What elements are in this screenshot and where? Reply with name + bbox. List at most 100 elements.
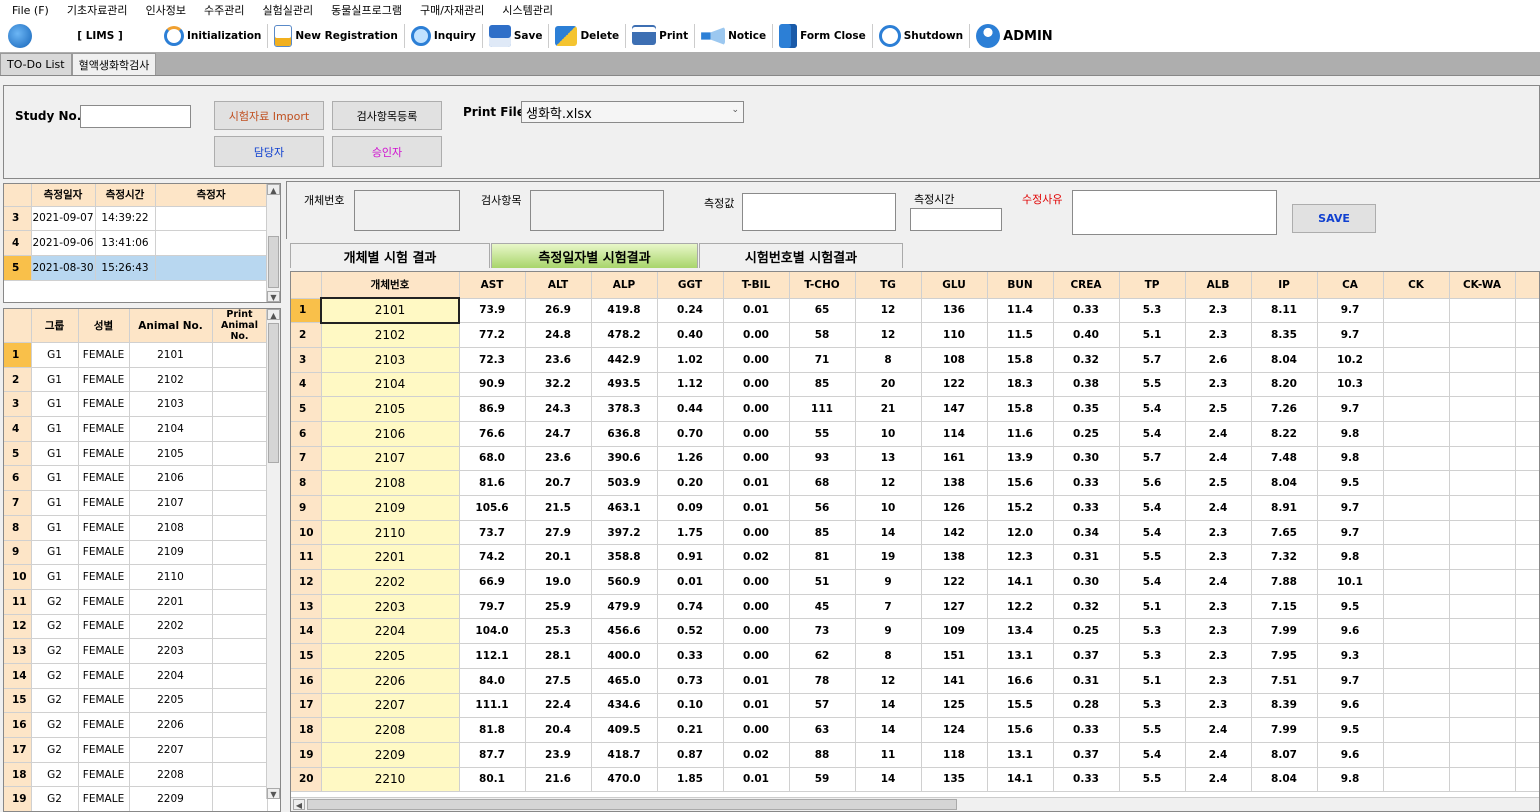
result-cell[interactable]	[1515, 643, 1539, 669]
animal-no-cell[interactable]: 2210	[321, 767, 460, 793]
scroll-thumb[interactable]	[268, 323, 279, 463]
result-cell[interactable]: 2.4	[1185, 495, 1252, 521]
save-edit-button[interactable]: SAVE	[1292, 204, 1376, 233]
result-cell[interactable]	[1449, 421, 1516, 447]
result-cell[interactable]: 0.00	[723, 396, 790, 422]
result-cell[interactable]	[1515, 520, 1539, 546]
result-cell[interactable]: 2.4	[1185, 717, 1252, 743]
result-cell[interactable]	[1515, 693, 1539, 719]
result-cell[interactable]: 9.7	[1317, 396, 1384, 422]
result-cell[interactable]: 126	[921, 495, 988, 521]
print-file-select[interactable]: 생화학.xlsx ⌄	[521, 101, 744, 123]
result-cell[interactable]: 0.38	[1053, 372, 1120, 398]
table-row[interactable]: 2 G1 FEMALE 2102	[4, 367, 268, 393]
result-cell[interactable]: 2.3	[1185, 618, 1252, 645]
result-cell[interactable]: 58	[789, 322, 856, 348]
result-cell[interactable]: 12	[855, 298, 922, 324]
menu-lab[interactable]: 실험실관리	[263, 2, 314, 18]
result-cell[interactable]: 15.8	[987, 396, 1054, 422]
result-cell[interactable]	[1515, 347, 1539, 373]
approver-button[interactable]: 승인자	[332, 136, 442, 167]
result-cell[interactable]: 5.4	[1119, 520, 1186, 546]
result-cell[interactable]: 73	[789, 618, 856, 645]
result-cell[interactable]	[1449, 372, 1516, 398]
table-row[interactable]: 5 2105 86.9 24.3 378.3 0.44 0.00 111 21 147 15.8 0.…	[291, 396, 1539, 422]
result-cell[interactable]: 0.33	[1053, 717, 1120, 743]
result-cell[interactable]: 9.8	[1317, 446, 1384, 472]
result-cell[interactable]: 59	[789, 767, 856, 793]
result-cell[interactable]: 0.32	[1053, 347, 1120, 373]
result-cell[interactable]: 0.00	[723, 372, 790, 398]
table-row[interactable]: 7 2107 68.0 23.6 390.6 1.26 0.00 93 13 161 13.9 0.3…	[291, 446, 1539, 472]
result-cell[interactable]: 122	[921, 372, 988, 398]
result-cell[interactable]: 24.8	[525, 322, 592, 348]
result-cell[interactable]: 56	[789, 495, 856, 521]
result-cell[interactable]: 71	[789, 347, 856, 373]
result-cell[interactable]: 2.3	[1185, 668, 1252, 694]
result-cell[interactable]: 0.73	[657, 668, 724, 694]
result-cell[interactable]: 10	[855, 495, 922, 521]
result-cell[interactable]: 5.7	[1119, 446, 1186, 472]
result-cell[interactable]: 20	[855, 372, 922, 398]
result-cell[interactable]	[1383, 693, 1450, 719]
result-cell[interactable]: 81.6	[459, 470, 526, 496]
result-cell[interactable]	[1515, 717, 1539, 743]
result-cell[interactable]: 28.1	[525, 643, 592, 669]
animal-no-cell[interactable]: 2209	[321, 742, 460, 768]
result-cell[interactable]	[1449, 693, 1516, 719]
result-cell[interactable]	[1383, 372, 1450, 398]
result-cell[interactable]: 81	[789, 544, 856, 571]
menu-hr[interactable]: 인사정보	[146, 2, 186, 18]
animal-no-cell[interactable]: 2203	[321, 594, 460, 620]
result-cell[interactable]	[1515, 421, 1539, 447]
result-cell[interactable]	[1449, 594, 1516, 620]
result-cell[interactable]	[1515, 767, 1539, 793]
result-cell[interactable]: 434.6	[591, 693, 658, 719]
result-cell[interactable]: 0.25	[1053, 618, 1120, 645]
table-row[interactable]: 19 2209 87.7 23.9 418.7 0.87 0.02 88 11 118 13.1 0.…	[291, 742, 1539, 768]
result-cell[interactable]: 8.11	[1251, 298, 1318, 324]
result-cell[interactable]: 0.33	[1053, 495, 1120, 521]
result-cell[interactable]: 2.4	[1185, 742, 1252, 768]
result-cell[interactable]: 9.7	[1317, 298, 1384, 324]
result-cell[interactable]: 0.01	[723, 668, 790, 694]
table-row[interactable]: 12 G2 FEMALE 2202	[4, 614, 268, 640]
result-cell[interactable]: 81.8	[459, 717, 526, 743]
result-cell[interactable]	[1383, 470, 1450, 496]
table-row[interactable]: 10 2110 73.7 27.9 397.2 1.75 0.00 85 14 142 12.0 0.…	[291, 520, 1539, 546]
print-button[interactable]: Print	[628, 22, 692, 50]
table-row[interactable]: 5 G1 FEMALE 2105	[4, 441, 268, 467]
result-cell[interactable]: 87.7	[459, 742, 526, 768]
result-cell[interactable]: 5.5	[1119, 717, 1186, 743]
result-cell[interactable]: 0.01	[723, 693, 790, 719]
edit-reason-textarea[interactable]	[1072, 190, 1277, 235]
result-cell[interactable]	[1383, 643, 1450, 669]
result-cell[interactable]: 23.6	[525, 446, 592, 472]
result-cell[interactable]: 84.0	[459, 668, 526, 694]
result-cell[interactable]: 2.4	[1185, 446, 1252, 472]
result-cell[interactable]: 74.2	[459, 544, 526, 571]
animal-scrollbar[interactable]: ▲ ▼	[266, 309, 280, 799]
table-row[interactable]: 12 2202 66.9 19.0 560.9 0.01 0.00 51 9 122 14.1 0.3…	[291, 569, 1539, 595]
result-cell[interactable]	[1383, 495, 1450, 521]
inquiry-button[interactable]: Inquiry	[407, 22, 480, 50]
result-cell[interactable]	[1515, 544, 1539, 571]
result-cell[interactable]: 12	[855, 668, 922, 694]
animal-no-cell[interactable]: 2106	[321, 421, 460, 447]
result-cell[interactable]: 14.1	[987, 767, 1054, 793]
menu-file[interactable]: File (F)	[12, 4, 49, 17]
result-cell[interactable]: 0.31	[1053, 668, 1120, 694]
result-cell[interactable]: 7.99	[1251, 717, 1318, 743]
result-cell[interactable]: 11.5	[987, 322, 1054, 348]
result-cell[interactable]: 9.3	[1317, 643, 1384, 669]
result-cell[interactable]: 14.1	[987, 569, 1054, 595]
result-cell[interactable]: 390.6	[591, 446, 658, 472]
result-cell[interactable]: 21.5	[525, 495, 592, 521]
result-cell[interactable]: 0.00	[723, 520, 790, 546]
result-cell[interactable]: 0.00	[723, 643, 790, 669]
result-cell[interactable]: 77.2	[459, 322, 526, 348]
result-cell[interactable]: 2.3	[1185, 372, 1252, 398]
result-cell[interactable]: 125	[921, 693, 988, 719]
result-cell[interactable]: 15.6	[987, 717, 1054, 743]
scroll-left-icon[interactable]: ◀	[293, 799, 305, 810]
